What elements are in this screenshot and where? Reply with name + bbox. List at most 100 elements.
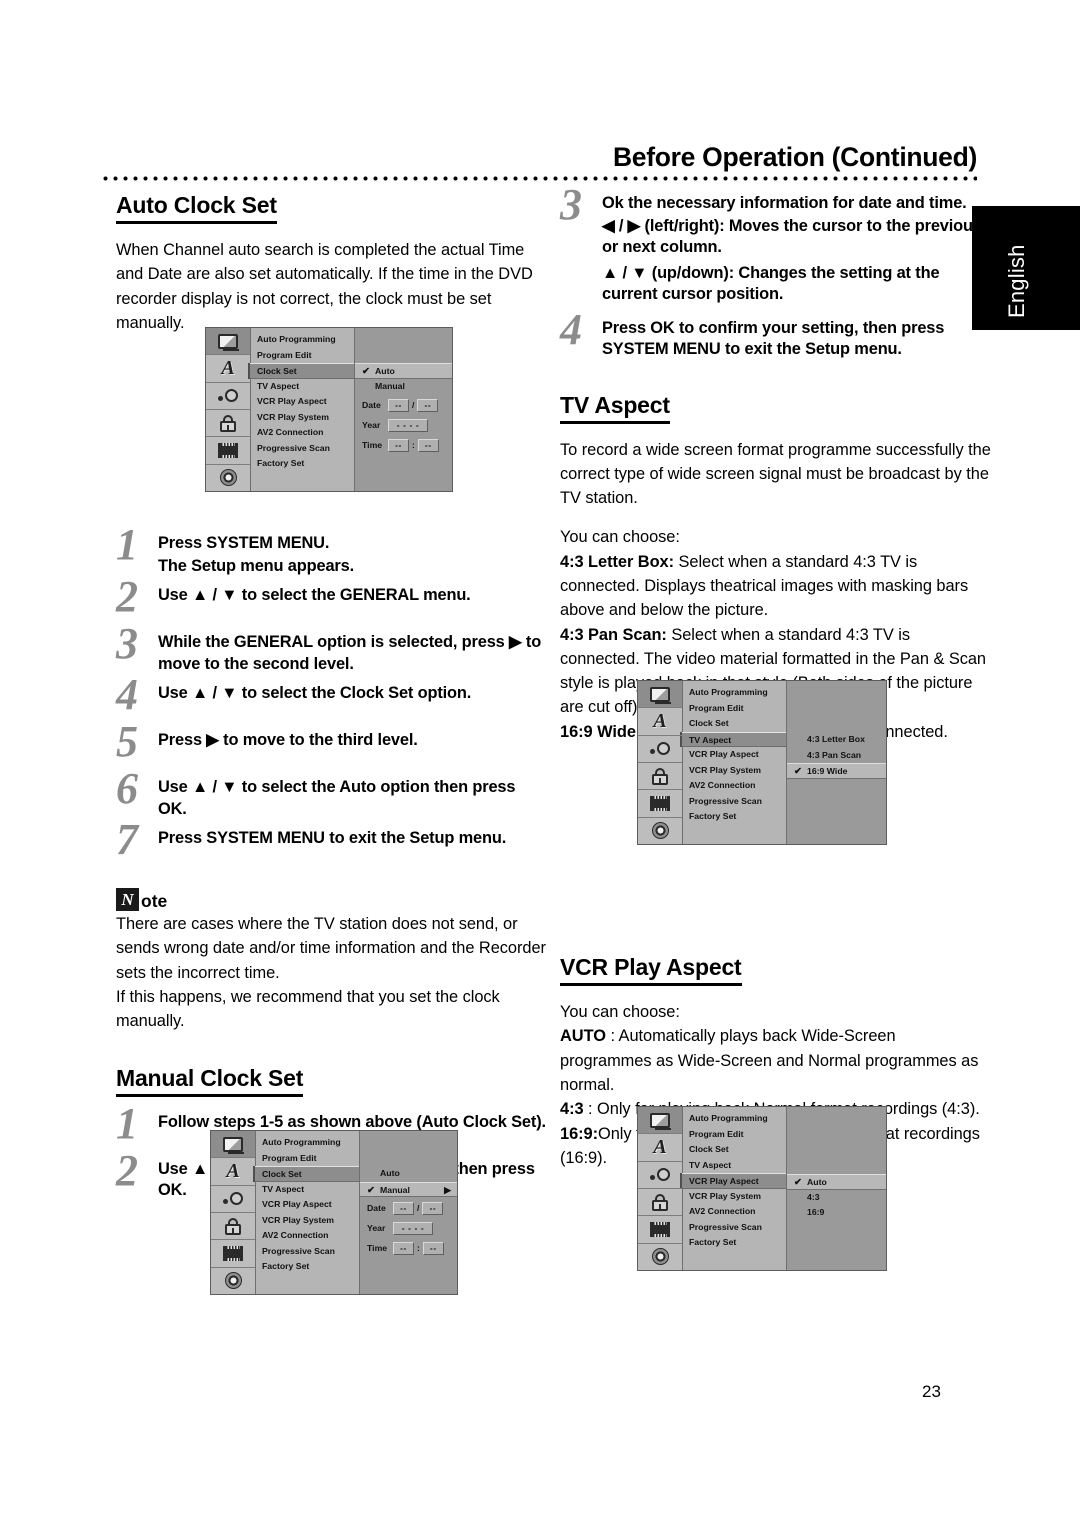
step-number: 4 [560, 304, 582, 354]
osd-option-auto[interactable]: Auto [360, 1166, 457, 1182]
step-number: 4 [116, 670, 138, 720]
step-item: 6 Use ▲ / ▼ to select the Auto option th… [116, 767, 547, 820]
osd-list-item-selected[interactable]: Clock Set [255, 1166, 359, 1182]
osd-list-item[interactable]: AV2 Connection [256, 1228, 359, 1244]
osd-list-item[interactable]: Clock Set [683, 1142, 786, 1158]
lock-icon [638, 763, 682, 791]
tv-icon [638, 1107, 682, 1135]
osd-option-widescreen[interactable]: ✔ 16:9 Wide [787, 763, 886, 779]
osd-list-item[interactable]: Program Edit [683, 1127, 786, 1143]
osd-list-item[interactable]: Program Edit [256, 1151, 359, 1167]
audio-icon [638, 736, 682, 763]
osd-menu-list: Auto Programming Program Edit Clock Set … [255, 1131, 360, 1294]
osd-option-letterbox[interactable]: 4:3 Letter Box [787, 732, 886, 748]
osd-field-date[interactable]: Date -- / -- [355, 396, 452, 414]
osd-list-item[interactable]: Auto Programming [256, 1135, 359, 1151]
osd-field-year[interactable]: Year - - - - [360, 1219, 457, 1237]
osd-list-item[interactable]: Progressive Scan [683, 794, 786, 810]
audio-icon [211, 1186, 255, 1213]
osd-list-item[interactable]: TV Aspect [683, 1158, 786, 1174]
osd-list-item[interactable]: VCR Play System [683, 1189, 786, 1205]
check-icon: ✔ [362, 366, 370, 377]
osd-field-box[interactable]: -- [393, 1201, 414, 1215]
disc-icon [211, 1268, 255, 1294]
osd-list-item[interactable]: AV2 Connection [683, 1204, 786, 1220]
osd-list-item[interactable]: Factory Set [251, 456, 354, 472]
osd-list-item[interactable]: Auto Programming [683, 685, 786, 701]
vcr-option-term: 4:3 [560, 1100, 584, 1119]
tv-aspect-option-term: 4:3 Pan Scan: [560, 625, 667, 644]
osd-list-item[interactable]: VCR Play System [683, 763, 786, 779]
osd-field-box[interactable]: -- [422, 1241, 444, 1255]
step-item: 4 Press OK to confirm your setting, then… [560, 307, 991, 361]
osd-option-label: Auto [807, 1177, 827, 1187]
osd-list-item[interactable]: AV2 Connection [251, 425, 354, 441]
step-number: 6 [116, 764, 138, 814]
osd-list-item[interactable]: Program Edit [683, 701, 786, 717]
note-text-2: If this happens, we recommend that you s… [116, 988, 500, 1031]
osd-list-item[interactable]: TV Aspect [256, 1182, 359, 1198]
osd-field-box[interactable]: -- [388, 398, 409, 412]
osd-option-4-3[interactable]: 4:3 [787, 1190, 886, 1206]
osd-option-label: Auto [375, 366, 395, 376]
osd-field-box[interactable]: -- [393, 1241, 414, 1255]
osd-list-item-selected[interactable]: Clock Set [250, 363, 354, 379]
osd-option-panscan[interactable]: 4:3 Pan Scan [787, 748, 886, 764]
osd-field-box[interactable]: - - - - [393, 1221, 433, 1235]
osd-option-16-9[interactable]: 16:9 [787, 1205, 886, 1221]
osd-list-item[interactable]: Factory Set [683, 809, 786, 825]
osd-list-item[interactable]: VCR Play Aspect [683, 747, 786, 763]
step-subtext: ◀ / ▶ (left/right): Moves the cursor to … [602, 216, 982, 257]
osd-list-item[interactable]: Auto Programming [251, 332, 354, 348]
osd-list-item[interactable]: TV Aspect [251, 379, 354, 395]
osd-list-item[interactable]: Clock Set [683, 716, 786, 732]
osd-list-item-selected[interactable]: VCR Play Aspect [682, 1173, 786, 1189]
step-item: 2 Use ▲ / ▼ to select the GENERAL menu. [116, 575, 547, 624]
osd-list-item[interactable]: Factory Set [683, 1235, 786, 1251]
language-icon: A [211, 1158, 255, 1186]
step-item: 5 Press ▶ to move to the third level. [116, 720, 547, 769]
film-icon [638, 790, 682, 818]
note-header: N ote [116, 888, 547, 912]
disc-icon [638, 818, 682, 844]
osd-field-year[interactable]: Year - - - - [355, 416, 452, 434]
language-icon: A [638, 1134, 682, 1162]
osd-field-box[interactable]: -- [417, 438, 439, 452]
osd-field-box[interactable]: - - - - [388, 418, 428, 432]
film-icon [638, 1216, 682, 1244]
osd-list-item[interactable]: Progressive Scan [256, 1244, 359, 1260]
osd-field-box[interactable]: -- [388, 438, 409, 452]
osd-list-item[interactable]: AV2 Connection [683, 778, 786, 794]
step-text: Press SYSTEM MENU. [158, 534, 330, 553]
osd-list-item-selected[interactable]: TV Aspect [682, 731, 786, 747]
step-item: 3 Ok the necessary information for date … [560, 183, 991, 306]
osd-menu-list: Auto Programming Program Edit Clock Set … [682, 1107, 787, 1270]
osd-option-manual[interactable]: Manual [355, 379, 452, 395]
osd-list-item[interactable]: VCR Play Aspect [256, 1197, 359, 1213]
osd-option-auto[interactable]: ✔ Auto [355, 363, 452, 379]
osd-list-item[interactable]: Progressive Scan [251, 441, 354, 457]
osd-list-item[interactable]: Program Edit [251, 348, 354, 364]
osd-field-box[interactable]: -- [422, 1201, 444, 1215]
osd-list-item[interactable]: Factory Set [256, 1259, 359, 1275]
osd-option-label: Auto [380, 1168, 400, 1178]
osd-list-item[interactable]: Auto Programming [683, 1111, 786, 1127]
osd-option-auto[interactable]: ✔ Auto [787, 1174, 886, 1190]
step-text: Use ▲ / ▼ to select the Clock Set option… [158, 684, 472, 703]
lock-icon [206, 410, 250, 438]
film-icon [211, 1240, 255, 1268]
osd-option-manual[interactable]: ✔ Manual ▶ [360, 1181, 457, 1197]
osd-list-item[interactable]: VCR Play System [251, 410, 354, 426]
osd-field-separator: / [412, 400, 415, 410]
step-text: Use ▲ / ▼ to select the Auto option then… [158, 778, 516, 818]
step-number: 5 [116, 717, 138, 767]
osd-list-item[interactable]: Progressive Scan [683, 1220, 786, 1236]
step-item: 7 Press SYSTEM MENU to exit the Setup me… [116, 818, 547, 867]
osd-field-date[interactable]: Date -- / -- [360, 1199, 457, 1217]
auto-clock-set-steps: 1 Press SYSTEM MENU. The Setup menu appe… [116, 523, 547, 867]
osd-field-time[interactable]: Time -- : -- [360, 1239, 457, 1257]
osd-field-time[interactable]: Time -- : -- [355, 436, 452, 454]
osd-list-item[interactable]: VCR Play System [256, 1213, 359, 1229]
osd-field-box[interactable]: -- [417, 398, 439, 412]
osd-list-item[interactable]: VCR Play Aspect [251, 394, 354, 410]
